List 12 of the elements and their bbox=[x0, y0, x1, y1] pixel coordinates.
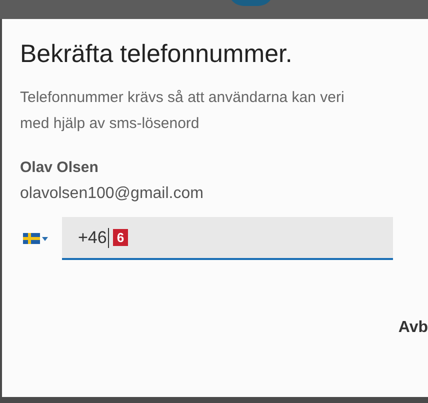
description-line: med hjälp av sms-lösenord bbox=[20, 114, 200, 134]
dialog-title: Bekräfta telefonnummer. bbox=[20, 39, 294, 70]
step-badge: 6 bbox=[112, 229, 128, 246]
flag-icon bbox=[23, 233, 40, 244]
phone-value: +46 bbox=[78, 226, 107, 249]
user-email: olavolsen100@gmail.com bbox=[20, 184, 204, 204]
phone-input-field[interactable]: +46 6 bbox=[62, 217, 393, 260]
text-cursor bbox=[108, 228, 109, 248]
cancel-button[interactable]: Avb bbox=[396, 316, 428, 340]
caret-icon bbox=[42, 236, 48, 240]
user-name: Olav Olsen bbox=[20, 158, 100, 178]
description-line: Telefonnummer krävs så att användarna kan veri bbox=[20, 88, 346, 108]
